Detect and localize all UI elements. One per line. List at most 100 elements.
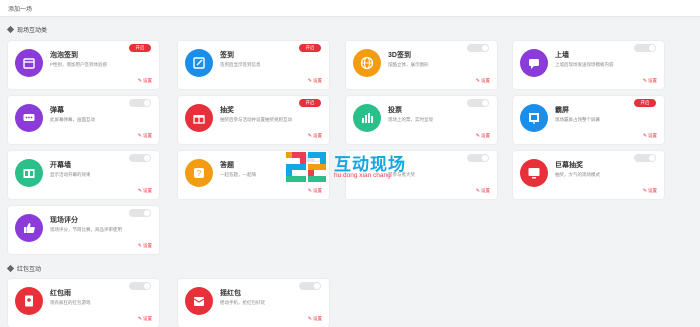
- enable-toggle[interactable]: 开启: [634, 99, 656, 107]
- monitor-icon-badge: [520, 159, 548, 187]
- enable-toggle[interactable]: [467, 154, 489, 162]
- card-title: 弹幕: [50, 107, 64, 114]
- enable-toggle[interactable]: [299, 282, 321, 290]
- top-bar: 添加一场: [0, 0, 700, 17]
- activity-card[interactable]: 红包雨 现有疯狂的红包游戏 ✎ 设置: [8, 279, 159, 327]
- card-title: 3D签到: [388, 52, 411, 59]
- settings-label: 设置: [143, 316, 152, 321]
- card-description: 显示活动开幕的效果: [50, 172, 91, 177]
- card-title: 开幕墙: [50, 162, 71, 169]
- settings-link[interactable]: ✎ 设置: [138, 78, 152, 84]
- chat-icon: [529, 59, 539, 69]
- section-title: 红包互动: [17, 267, 42, 273]
- activity-card[interactable]: 摇红包 摇动手机，抢红包好玩 ✎ 设置: [178, 279, 329, 327]
- card-description: P性别，增加用户签到体验感: [50, 62, 108, 67]
- globe-icon: [360, 56, 374, 70]
- enable-toggle[interactable]: [129, 154, 151, 162]
- activity-card[interactable]: 签到 签到后显示签到信息 开启 ✎ 设置: [178, 41, 329, 89]
- activity-card[interactable]: 开幕墙显示活动开幕的效果 ✎ 设置: [8, 151, 159, 199]
- settings-label: 设置: [143, 243, 152, 248]
- redpacket-icon: [25, 295, 33, 307]
- envelope-icon-badge: [185, 287, 213, 315]
- card-title: 巨幕抽奖: [555, 162, 583, 169]
- settings-label: 设置: [313, 188, 322, 193]
- settings-link[interactable]: ✎ 设置: [476, 188, 490, 194]
- settings-label: 设置: [143, 133, 152, 138]
- activity-card[interactable]: 泡泡签到 P性别，增加用户签到体验感 开启 ✎ 设置: [8, 41, 159, 89]
- activity-card[interactable]: 3D签到炫酷立体，展示图形 ✎ 设置: [346, 41, 497, 89]
- enable-toggle[interactable]: 开启: [299, 99, 321, 107]
- svg-text:?: ?: [197, 169, 202, 178]
- message-icon-badge: [15, 104, 43, 132]
- activity-card[interactable]: 霸屏现场霸屏占领整个屏幕 开启 ✎ 设置: [513, 96, 664, 144]
- card-title: 红包雨: [50, 290, 71, 297]
- screen-icon: [529, 113, 539, 124]
- activity-card[interactable]: 抽奖 抽奖后参与活动并设置抽奖规则互动 开启 ✎ 设置: [178, 96, 329, 144]
- settings-link[interactable]: ✎ 设置: [138, 243, 152, 249]
- card-title: 上墙: [555, 52, 569, 59]
- section-red-packet: 红包互动: [6, 264, 42, 273]
- settings-label: 设置: [313, 316, 322, 321]
- enable-toggle[interactable]: 开启: [129, 44, 151, 52]
- settings-link[interactable]: ✎ 设置: [308, 78, 322, 84]
- enable-toggle[interactable]: 开启: [299, 44, 321, 52]
- activity-card[interactable]: 弹幕 此屏幕弹幕，画面互动 ✎ 设置: [8, 96, 159, 144]
- calendar-icon-badge: [15, 49, 43, 77]
- envelope-icon: [193, 297, 205, 306]
- card-title: 投票: [388, 107, 402, 114]
- chart-icon-badge: [353, 104, 381, 132]
- settings-link[interactable]: ✎ 设置: [138, 316, 152, 322]
- thumb-icon-badge: [15, 214, 43, 242]
- edit-icon: ✎: [642, 188, 647, 194]
- activity-card[interactable]: 现场评分 现场评分，节目比赛，商品评审使用 ✎ 设置: [8, 206, 159, 254]
- settings-link[interactable]: ✎ 设置: [643, 133, 657, 139]
- chart-icon: [362, 113, 373, 123]
- enable-toggle[interactable]: [129, 209, 151, 217]
- settings-label: 设置: [143, 188, 152, 193]
- enable-toggle[interactable]: [467, 44, 489, 52]
- card-title: 霸屏: [555, 107, 569, 114]
- logo-icon: [286, 152, 326, 182]
- activity-card[interactable]: 投票 现场上的票，实时呈现 ✎ 设置: [346, 96, 497, 144]
- settings-link[interactable]: ✎ 设置: [476, 78, 490, 84]
- card-description: 炫酷立体，展示图形: [388, 62, 429, 67]
- settings-link[interactable]: ✎ 设置: [308, 188, 322, 194]
- activity-card[interactable]: 巨幕抽奖 抽奖，大气的现场模式 ✎ 设置: [513, 151, 664, 199]
- diamond-icon: [6, 264, 15, 273]
- chat-icon-badge: [520, 49, 548, 77]
- card-description: 上墙后现场发送现场模板内容: [555, 62, 614, 67]
- enable-toggle[interactable]: [467, 99, 489, 107]
- settings-link[interactable]: ✎ 设置: [138, 133, 152, 139]
- edit-icon: ✎: [307, 78, 312, 84]
- page-title: 添加一场: [8, 7, 33, 13]
- edit-icon: ✎: [137, 316, 142, 322]
- screen-icon-badge: [520, 104, 548, 132]
- edit-icon-badge: [185, 49, 213, 77]
- gift-icon-badge: [185, 104, 213, 132]
- card-title: 摇红包: [220, 290, 241, 297]
- activity-card[interactable]: 上墙上墙后现场发送现场模板内容 ✎ 设置: [513, 41, 664, 89]
- edit-icon: ✎: [307, 188, 312, 194]
- settings-link[interactable]: ✎ 设置: [643, 78, 657, 84]
- settings-link[interactable]: ✎ 设置: [308, 133, 322, 139]
- settings-link[interactable]: ✎ 设置: [138, 188, 152, 194]
- enable-toggle[interactable]: [129, 282, 151, 290]
- monitor-icon: [528, 168, 540, 179]
- quiz-icon-badge: ?: [185, 159, 213, 187]
- card-title: 抽奖: [220, 107, 234, 114]
- edit-icon: ✎: [475, 78, 480, 84]
- settings-link[interactable]: ✎ 设置: [308, 316, 322, 322]
- curtain-icon-badge: [15, 159, 43, 187]
- enable-toggle[interactable]: [129, 99, 151, 107]
- calendar-icon: [23, 58, 35, 69]
- edit-icon: ✎: [137, 78, 142, 84]
- enable-toggle[interactable]: [634, 44, 656, 52]
- enable-toggle[interactable]: [634, 154, 656, 162]
- settings-link[interactable]: ✎ 设置: [476, 133, 490, 139]
- card-description: 现场霸屏占领整个屏幕: [555, 117, 600, 122]
- settings-link[interactable]: ✎ 设置: [643, 188, 657, 194]
- settings-label: 设置: [313, 133, 322, 138]
- edit-icon: ✎: [475, 133, 480, 139]
- edit-icon: [193, 57, 205, 69]
- quiz-icon: ?: [194, 168, 204, 178]
